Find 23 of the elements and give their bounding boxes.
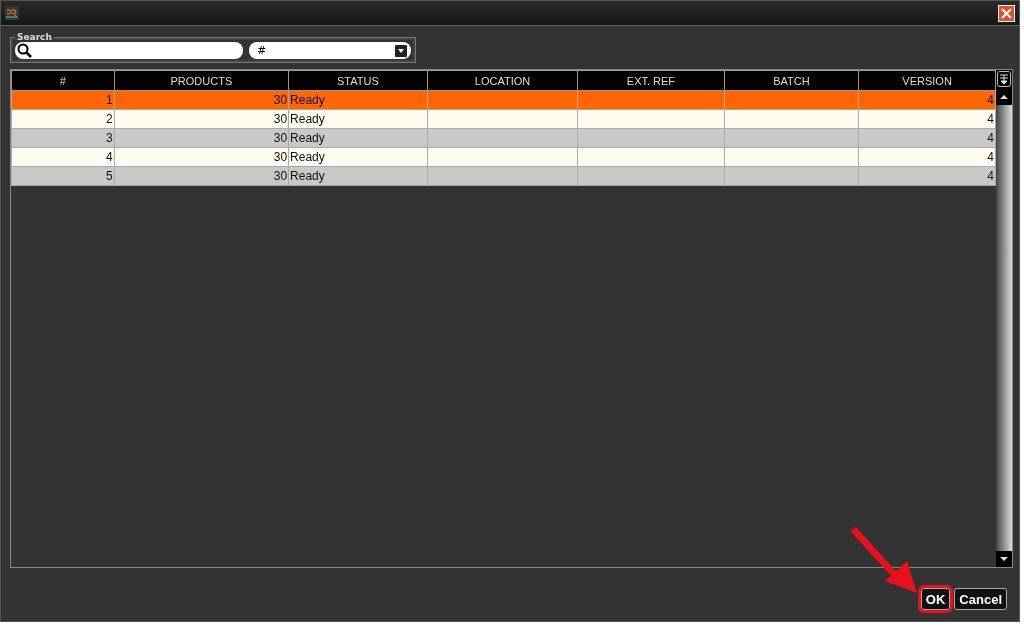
column-header[interactable]: BATCH (724, 70, 859, 91)
table-row[interactable]: 2 30 Ready 4 (11, 109, 996, 129)
table-row[interactable]: 1 30 Ready 4 (11, 90, 996, 110)
search-field[interactable] (15, 42, 243, 59)
column-header[interactable]: PRODUCTS (114, 70, 289, 91)
app-logo-icon (5, 6, 19, 20)
column-header[interactable]: # (11, 70, 115, 91)
column-header[interactable]: EXT. REF (577, 70, 725, 91)
column-header[interactable]: STATUS (288, 70, 428, 91)
cancel-button[interactable]: Cancel (954, 588, 1007, 610)
close-icon[interactable] (998, 4, 1015, 22)
table-row[interactable]: 3 30 Ready 4 (11, 128, 996, 148)
column-chooser-icon[interactable] (996, 70, 1012, 89)
table-row[interactable]: 4 30 Ready 4 (11, 147, 996, 167)
group-label: Search (16, 32, 53, 42)
dropdown-icon (395, 44, 407, 57)
ok-button[interactable]: OK (920, 588, 951, 610)
column-dropdown[interactable]: # (249, 42, 411, 59)
column-header[interactable]: LOCATION (427, 70, 578, 91)
scrollbar[interactable] (996, 70, 1012, 567)
search-icon (17, 43, 32, 58)
table-row[interactable]: 5 30 Ready 4 (11, 166, 996, 186)
column-header[interactable]: VERSION (858, 70, 996, 91)
